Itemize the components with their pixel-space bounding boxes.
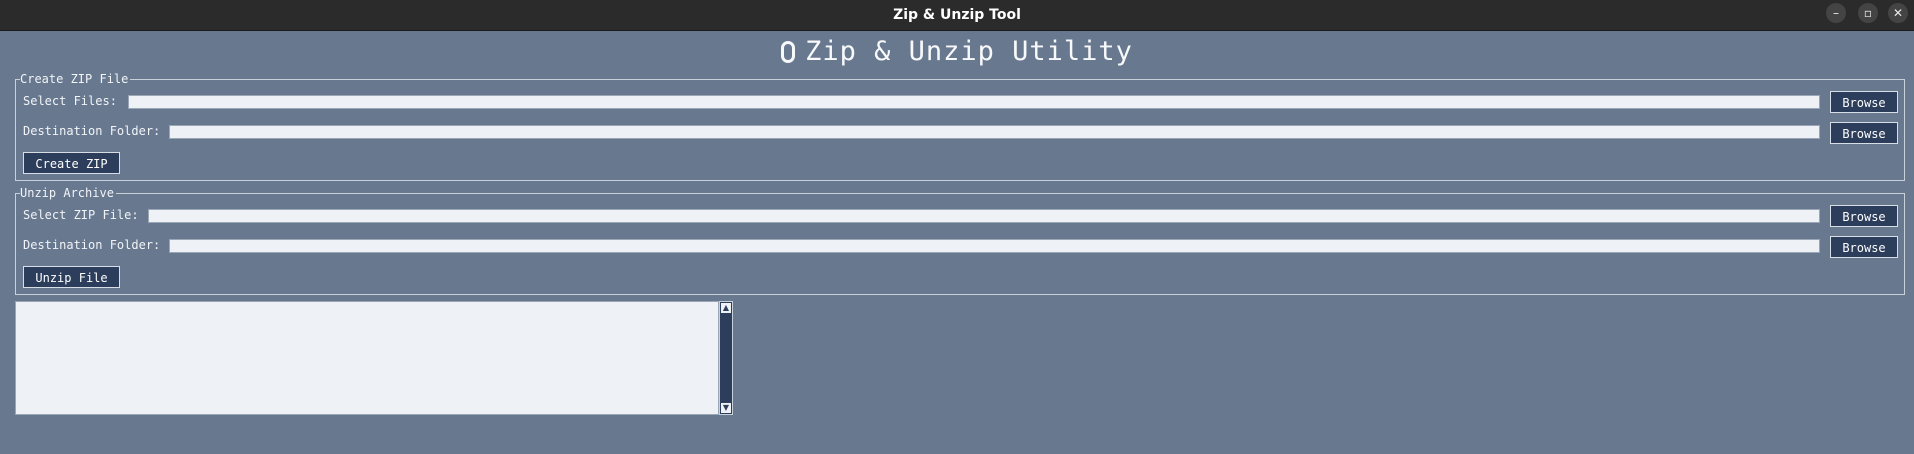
scroll-down-icon[interactable]: ▼	[721, 403, 731, 413]
zip-destination-browse-button[interactable]: Browse	[1830, 122, 1898, 144]
select-files-input[interactable]	[128, 95, 1820, 109]
app-title: Zip & Unzip Utility	[0, 34, 1914, 70]
select-zip-label: Select ZIP File:	[23, 208, 139, 222]
create-zip-legend: Create ZIP File	[20, 72, 131, 86]
minimize-icon[interactable]: –	[1826, 3, 1846, 23]
scroll-up-icon[interactable]: ▲	[721, 303, 731, 313]
unzip-destination-input[interactable]	[169, 239, 1820, 253]
select-files-label: Select Files:	[23, 94, 117, 108]
app-title-text: Zip & Unzip Utility	[805, 36, 1133, 67]
create-zip-button[interactable]: Create ZIP	[23, 152, 120, 174]
create-zip-group: Create ZIP File Select Files: Browse Des…	[15, 72, 1905, 181]
unzip-destination-browse-button[interactable]: Browse	[1830, 236, 1898, 258]
select-zip-input[interactable]	[148, 209, 1820, 223]
zip-destination-input[interactable]	[169, 125, 1820, 139]
maximize-icon[interactable]: ▫	[1858, 3, 1878, 23]
unzip-group: Unzip Archive Select ZIP File: Browse De…	[15, 186, 1905, 295]
window-title: Zip & Unzip Tool	[893, 7, 1021, 23]
log-textarea[interactable]	[15, 301, 719, 415]
close-icon[interactable]: ✕	[1888, 3, 1908, 23]
unzip-file-button[interactable]: Unzip File	[23, 266, 120, 288]
unzip-legend: Unzip Archive	[20, 186, 116, 200]
select-zip-browse-button[interactable]: Browse	[1830, 205, 1898, 227]
window-titlebar: Zip & Unzip Tool – ▫ ✕	[0, 0, 1914, 31]
zip-destination-label: Destination Folder:	[23, 124, 161, 138]
unzip-destination-label: Destination Folder:	[23, 238, 161, 252]
log-scrollbar[interactable]: ▲ ▼	[719, 301, 733, 415]
select-files-browse-button[interactable]: Browse	[1830, 91, 1898, 113]
zip-icon	[781, 41, 796, 63]
